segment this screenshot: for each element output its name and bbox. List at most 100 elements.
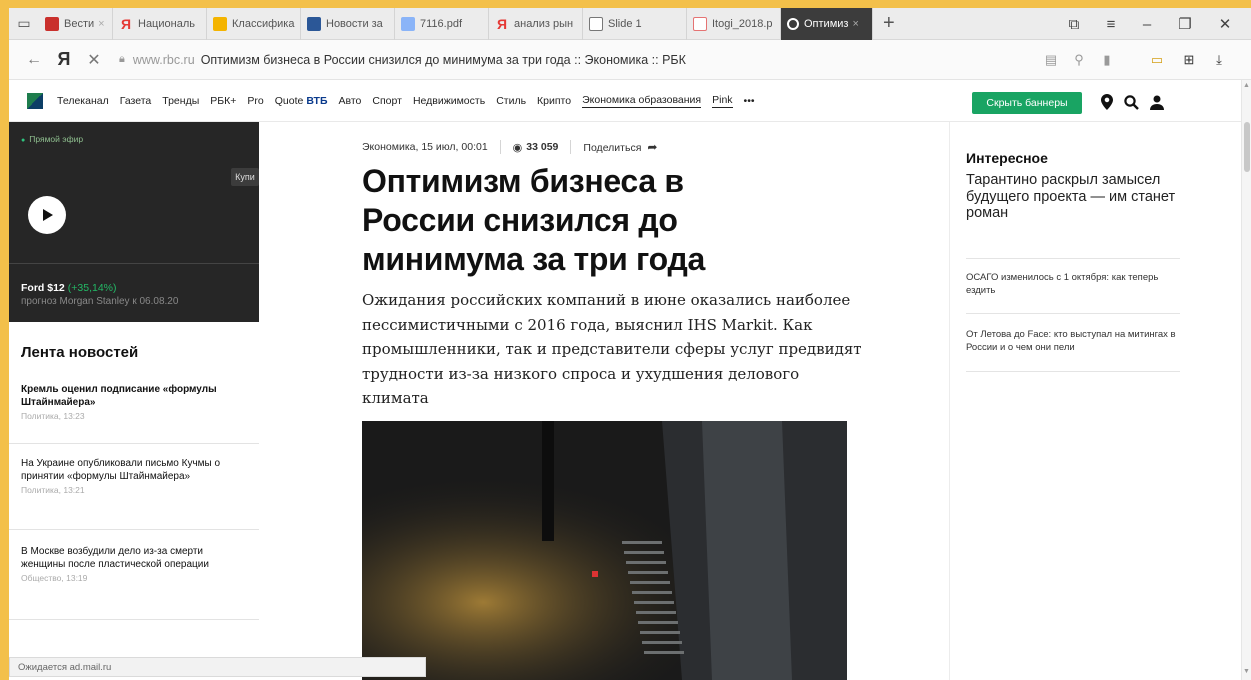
tab-favicon [307, 16, 321, 31]
rbc-logo[interactable] [27, 92, 43, 109]
tab-favicon [787, 17, 799, 30]
divider [570, 140, 572, 154]
ticker-name: Ford $12 [21, 282, 65, 294]
download-icon[interactable]: ⤓ [1205, 40, 1233, 80]
article-category-date[interactable]: Экономика, 15 июл, 00:01 [362, 141, 488, 153]
scroll-down-icon[interactable]: ▼ [1243, 668, 1250, 675]
tab-close-icon[interactable]: × [852, 18, 858, 30]
feed-item[interactable]: В Москве возбудили дело из-за смерти жен… [9, 546, 259, 620]
tab-item[interactable]: 7116.pdf [395, 8, 489, 40]
buy-button[interactable]: Купи [231, 168, 259, 186]
search-icon[interactable]: ⚲ [1065, 40, 1093, 80]
scrollbar[interactable]: ▲ ▼ [1241, 80, 1251, 680]
divider [966, 371, 1180, 372]
nav-link-pink[interactable]: Pink [712, 94, 733, 108]
tabs-list-icon[interactable]: ⧉ [1056, 8, 1092, 40]
interesting-title: Интересное [966, 150, 1048, 166]
feed-item-meta: Общество, 13:19 [21, 573, 88, 583]
menu-icon[interactable]: ≡ [1093, 8, 1129, 40]
bookmark-icon[interactable]: ▮ [1093, 40, 1121, 80]
reader-icon[interactable]: ▤ [1037, 40, 1065, 80]
tab-item-active[interactable]: Оптимиз × [781, 8, 873, 40]
translate-icon[interactable]: ⊞ [1175, 40, 1203, 80]
minimize-icon[interactable]: – [1129, 8, 1165, 40]
article-lead: Ожидания российских компаний в июне оказ… [362, 291, 862, 408]
tab-favicon [589, 16, 603, 31]
feed-item[interactable]: Кремль оценил подписание «формулы Штайнм… [9, 384, 259, 444]
divider [966, 313, 1180, 314]
divider [9, 263, 259, 264]
url-title: Оптимизм бизнеса в России снизился до ми… [200, 52, 686, 67]
ticker[interactable]: Ford $12 (+35,14%) [21, 282, 117, 294]
scroll-up-icon[interactable]: ▲ [1243, 82, 1250, 89]
ticker-subtitle: прогноз Morgan Stanley к 06.08.20 [21, 296, 179, 307]
feed-item-meta: Политика, 13:21 [21, 485, 85, 495]
status-bar: Ожидается ad.mail.ru [9, 657, 426, 677]
feed-title: Лента новостей [21, 344, 139, 361]
interesting-link[interactable]: От Летова до Face: кто выступал на митин… [966, 329, 1181, 354]
nav-more-icon[interactable]: ••• [744, 95, 755, 107]
tab-item[interactable]: Классифика [207, 8, 301, 40]
tab-favicon [401, 16, 415, 31]
nav-link[interactable]: Quote [275, 95, 304, 107]
close-icon[interactable]: ✕ [77, 50, 111, 70]
tab-item[interactable]: Я Националь [113, 8, 207, 40]
nav-link[interactable]: Тренды [162, 95, 199, 107]
article-headline: Оптимизм бизнеса в России снизился до ми… [362, 163, 706, 277]
yandex-logo[interactable]: Я [51, 49, 77, 70]
nav-link[interactable]: Недвижимость [413, 95, 485, 107]
location-icon[interactable] [1095, 90, 1119, 114]
tab-favicon: Я [496, 15, 508, 32]
live-label: Прямой эфир [21, 134, 83, 144]
back-icon[interactable]: ← [17, 51, 51, 69]
nav-link[interactable]: Телеканал [57, 95, 109, 107]
search-icon[interactable] [1119, 90, 1143, 114]
feed-item-title: На Украине опубликовали письмо Кучмы о п… [21, 458, 221, 482]
user-icon[interactable] [1145, 90, 1169, 114]
feed-item[interactable]: На Украине опубликовали письмо Кучмы о п… [9, 458, 259, 530]
nav-link[interactable]: Крипто [537, 95, 571, 107]
interesting-main-link[interactable]: Тарантино раскрыл замысел будущего проек… [966, 172, 1181, 222]
divider [966, 258, 1180, 259]
url-field[interactable]: 🔒︎ www.rbc.ru Оптимизм бизнеса в России … [119, 53, 686, 67]
hub-icon[interactable]: ▭ [9, 8, 39, 40]
tab-favicon [693, 16, 707, 31]
article-views: 33 059 [526, 141, 559, 153]
nav-link[interactable]: Спорт [372, 95, 402, 107]
tab-item[interactable]: Вести × [39, 8, 113, 40]
nav-link[interactable]: РБК+ [210, 95, 236, 107]
nav-link[interactable]: Pro [247, 95, 263, 107]
restore-icon[interactable]: ❐ [1167, 8, 1203, 40]
tab-close-icon[interactable]: × [98, 18, 104, 30]
tab-item[interactable]: Slide 1 [583, 8, 687, 40]
nav-link-vtb[interactable]: ВТБ [306, 95, 327, 107]
browser-window: ▭ Вести × Я Националь Классифика Новости з… [9, 8, 1251, 680]
url-domain: www.rbc.ru [132, 52, 195, 67]
news-feed: Лента новостей Кремль оценил подписание … [9, 322, 259, 680]
battery-icon[interactable]: ▭ [1143, 40, 1171, 80]
interesting-link[interactable]: ОСАГО изменилось с 1 октября: как теперь… [966, 272, 1181, 297]
nav-link[interactable]: Стиль [496, 95, 526, 107]
scroll-thumb[interactable] [1244, 122, 1250, 172]
feed-item-meta: Политика, 13:23 [21, 411, 85, 421]
share-button[interactable]: Поделиться ➦ [583, 140, 657, 154]
hide-banners-button[interactable]: Скрыть баннеры [972, 92, 1082, 114]
live-panel: Прямой эфир Ford $12(+35,14%) прогноз Mo… [9, 122, 259, 322]
feed-item-title: В Москве возбудили дело из-за смерти жен… [21, 546, 209, 570]
nav-link[interactable]: Авто [339, 95, 362, 107]
new-tab-button[interactable]: + [873, 12, 905, 35]
tab-item[interactable]: Новости за [301, 8, 395, 40]
close-window-icon[interactable]: ✕ [1207, 8, 1243, 40]
play-icon[interactable] [28, 196, 66, 234]
nav-link[interactable]: Газета [120, 95, 152, 107]
article-meta: Экономика, 15 июл, 00:01 ◉ 33 059 Подели… [362, 140, 657, 154]
nav-link-special[interactable]: Экономика образования [582, 94, 702, 108]
tab-favicon: Я [120, 15, 132, 32]
tab-favicon [45, 16, 59, 31]
tab-item[interactable]: Яанализ рын [489, 8, 583, 40]
article-photo [362, 421, 847, 680]
lock-icon: 🔒︎ [119, 53, 125, 65]
tab-item[interactable]: Itogi_2018.p [687, 8, 781, 40]
feed-item-title: Кремль оценил подписание «формулы Штайнм… [21, 384, 217, 408]
share-icon: ➦ [647, 140, 658, 154]
